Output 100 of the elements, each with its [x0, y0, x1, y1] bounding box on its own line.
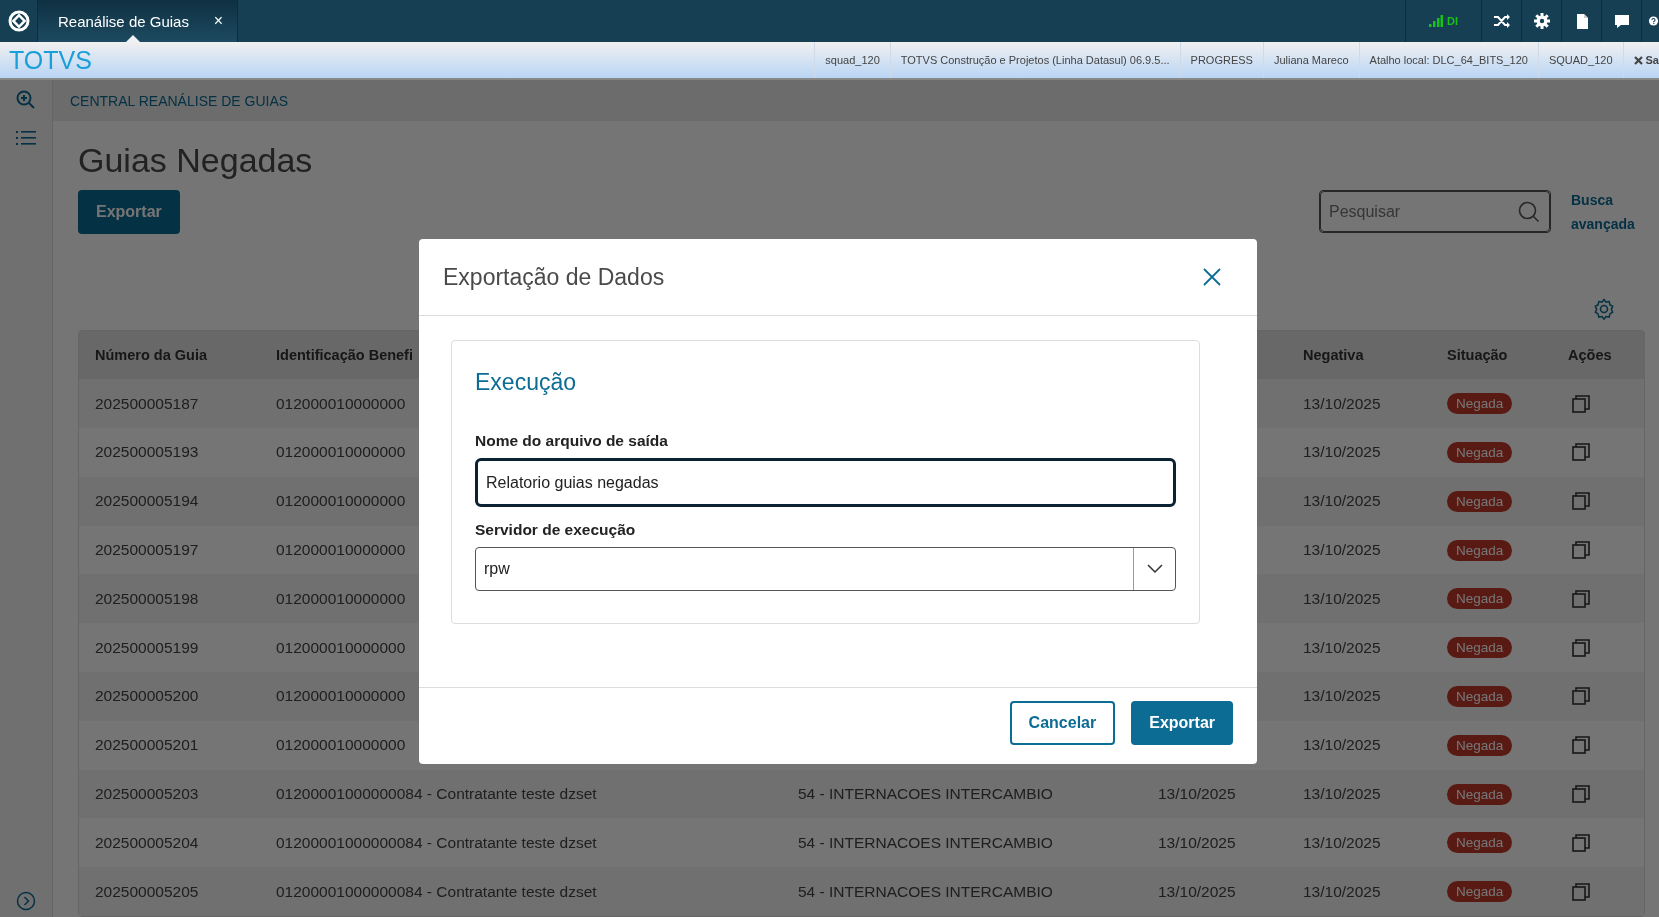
table-cell: 012000010000000 — [276, 736, 406, 754]
table-cell: 012000010000000 — [276, 492, 406, 510]
table-cell: 202500005199 — [95, 638, 199, 656]
table-cell: 202500005201 — [95, 736, 199, 754]
copy-icon[interactable] — [1572, 736, 1590, 755]
table-cell: 012000010000000 — [276, 541, 406, 558]
table-cell: 13/10/2025 — [1303, 589, 1381, 607]
brand-logo: TOTVS — [8, 45, 93, 76]
status-tag: Negada — [1447, 441, 1513, 463]
column-header[interactable]: Identificação Benefi — [276, 347, 413, 364]
shuffle-icon[interactable] — [1492, 13, 1511, 29]
table-cell: 54 - INTERNACOES INTERCAMBIO — [798, 833, 1053, 851]
table-cell: 202500005193 — [95, 443, 199, 461]
copy-icon[interactable] — [1572, 394, 1590, 413]
app-tab[interactable]: Reanálise de Guias × — [38, 0, 238, 42]
field-label: Servidor de execução — [475, 521, 637, 539]
table-cell: 202500005205 — [95, 882, 199, 900]
info-item: PROGRESS — [1179, 42, 1263, 78]
table-cell: 13/10/2025 — [1303, 736, 1381, 754]
advanced-search-link[interactable]: Busca avançada — [1571, 188, 1645, 237]
table-cell: 202500005200 — [95, 687, 199, 705]
table-cell: 13/10/2025 — [1303, 833, 1381, 851]
expand-icon[interactable] — [16, 891, 36, 911]
table-cell: 202500005203 — [95, 785, 199, 802]
status-tag: Negada — [1447, 734, 1513, 756]
dialog-title: Exportação de Dados — [443, 263, 665, 291]
copy-icon[interactable] — [1572, 638, 1590, 657]
table-cell: 202500005187 — [95, 394, 199, 412]
info-item: Juliana Mareco — [1262, 42, 1359, 78]
table-cell: 13/10/2025 — [1303, 785, 1381, 802]
copy-icon[interactable] — [1572, 687, 1590, 706]
status-tag: Negada — [1447, 881, 1513, 903]
table-cell: 13/10/2025 — [1303, 687, 1381, 705]
status-tag: Negada — [1447, 539, 1513, 561]
table-cell: 13/10/2025 — [1158, 833, 1236, 851]
status-tag: Negada — [1447, 783, 1513, 805]
exit-link[interactable]: Sa — [1645, 54, 1659, 66]
info-item: squad_120 — [814, 42, 890, 78]
breadcrumb[interactable]: CENTRAL REANÁLISE DE GUIAS — [70, 92, 289, 109]
server-select[interactable]: rpw — [475, 547, 1176, 591]
close-icon[interactable] — [1633, 55, 1643, 65]
table-cell: 01200001000000084 - Contratante teste dzset — [276, 785, 597, 802]
copy-icon[interactable] — [1572, 882, 1590, 901]
section-title: Execução — [475, 369, 577, 396]
close-icon[interactable]: × — [213, 12, 223, 30]
chevron-down-icon[interactable] — [1146, 564, 1163, 574]
column-header[interactable]: Número da Guia — [95, 347, 207, 364]
table-cell: 13/10/2025 — [1303, 394, 1381, 412]
table-cell: 012000010000000 — [276, 638, 406, 656]
table-cell: 13/10/2025 — [1158, 882, 1236, 900]
copy-icon[interactable] — [1572, 833, 1590, 852]
table-cell: 13/10/2025 — [1303, 638, 1381, 656]
table-cell: 13/10/2025 — [1303, 443, 1381, 461]
chat-icon[interactable] — [1612, 13, 1631, 29]
table-cell: 54 - INTERNACOES INTERCAMBIO — [798, 785, 1053, 802]
export-button[interactable]: Exportar — [78, 190, 180, 235]
field-label: Nome do arquivo de saída — [475, 432, 669, 450]
signal-label: DI — [1447, 15, 1458, 27]
table-cell: 202500005194 — [95, 492, 199, 510]
copy-icon[interactable] — [1572, 541, 1590, 559]
table-cell: 13/10/2025 — [1303, 541, 1381, 558]
table-cell: 13/10/2025 — [1158, 785, 1236, 802]
logo-icon — [7, 10, 30, 32]
table-cell: 012000010000000 — [276, 589, 406, 607]
column-header[interactable]: Ações — [1568, 347, 1612, 364]
page-title: Guias Negadas — [78, 141, 314, 181]
status-tag: Negada — [1447, 685, 1513, 707]
copy-icon[interactable] — [1572, 492, 1590, 511]
info-item: SQUAD_120 — [1537, 42, 1623, 78]
cancel-button[interactable]: Cancelar — [1009, 701, 1116, 745]
export-button[interactable]: Exportar — [1131, 701, 1233, 745]
info-item: TOTVS Construção e Projetos (Linha Datasul) 06.9.5... — [889, 42, 1180, 78]
table-cell: 012000010000000 — [276, 443, 406, 461]
table-cell: 01200001000000084 - Contratante teste dzset — [276, 882, 597, 900]
table-cell: 012000010000000 — [276, 687, 406, 705]
table-cell: 13/10/2025 — [1303, 492, 1381, 510]
file-name-field[interactable]: Relatorio guias negadas — [475, 458, 1176, 507]
column-header[interactable]: Situação — [1447, 347, 1508, 364]
table-cell: 202500005204 — [95, 833, 199, 851]
status-tag: Negada — [1447, 490, 1513, 512]
status-tag: Negada — [1447, 588, 1513, 610]
column-header[interactable]: Negativa — [1303, 347, 1364, 364]
copy-icon[interactable] — [1572, 785, 1590, 803]
copy-icon[interactable] — [1572, 589, 1590, 608]
info-item: Atalho local: DLC_64_BITS_120 — [1358, 42, 1538, 78]
status-tag: Negada — [1447, 393, 1513, 415]
list-icon[interactable] — [16, 130, 36, 146]
table-cell: 13/10/2025 — [1303, 882, 1381, 900]
table-cell: 01200001000000084 - Contratante teste dzset — [276, 833, 597, 851]
search-icon[interactable] — [1518, 201, 1540, 224]
zoom-in-icon[interactable] — [16, 90, 36, 110]
table-cell: 202500005198 — [95, 589, 199, 607]
help-icon[interactable] — [1648, 13, 1659, 29]
close-icon[interactable] — [1203, 268, 1221, 286]
search-field[interactable]: Pesquisar — [1320, 191, 1550, 233]
copy-icon[interactable] — [1572, 443, 1590, 462]
table-cell: 202500005197 — [95, 541, 199, 558]
table-cell: 54 - INTERNACOES INTERCAMBIO — [798, 882, 1053, 900]
signal-icon — [1429, 15, 1443, 27]
table-cell: 012000010000000 — [276, 394, 406, 412]
